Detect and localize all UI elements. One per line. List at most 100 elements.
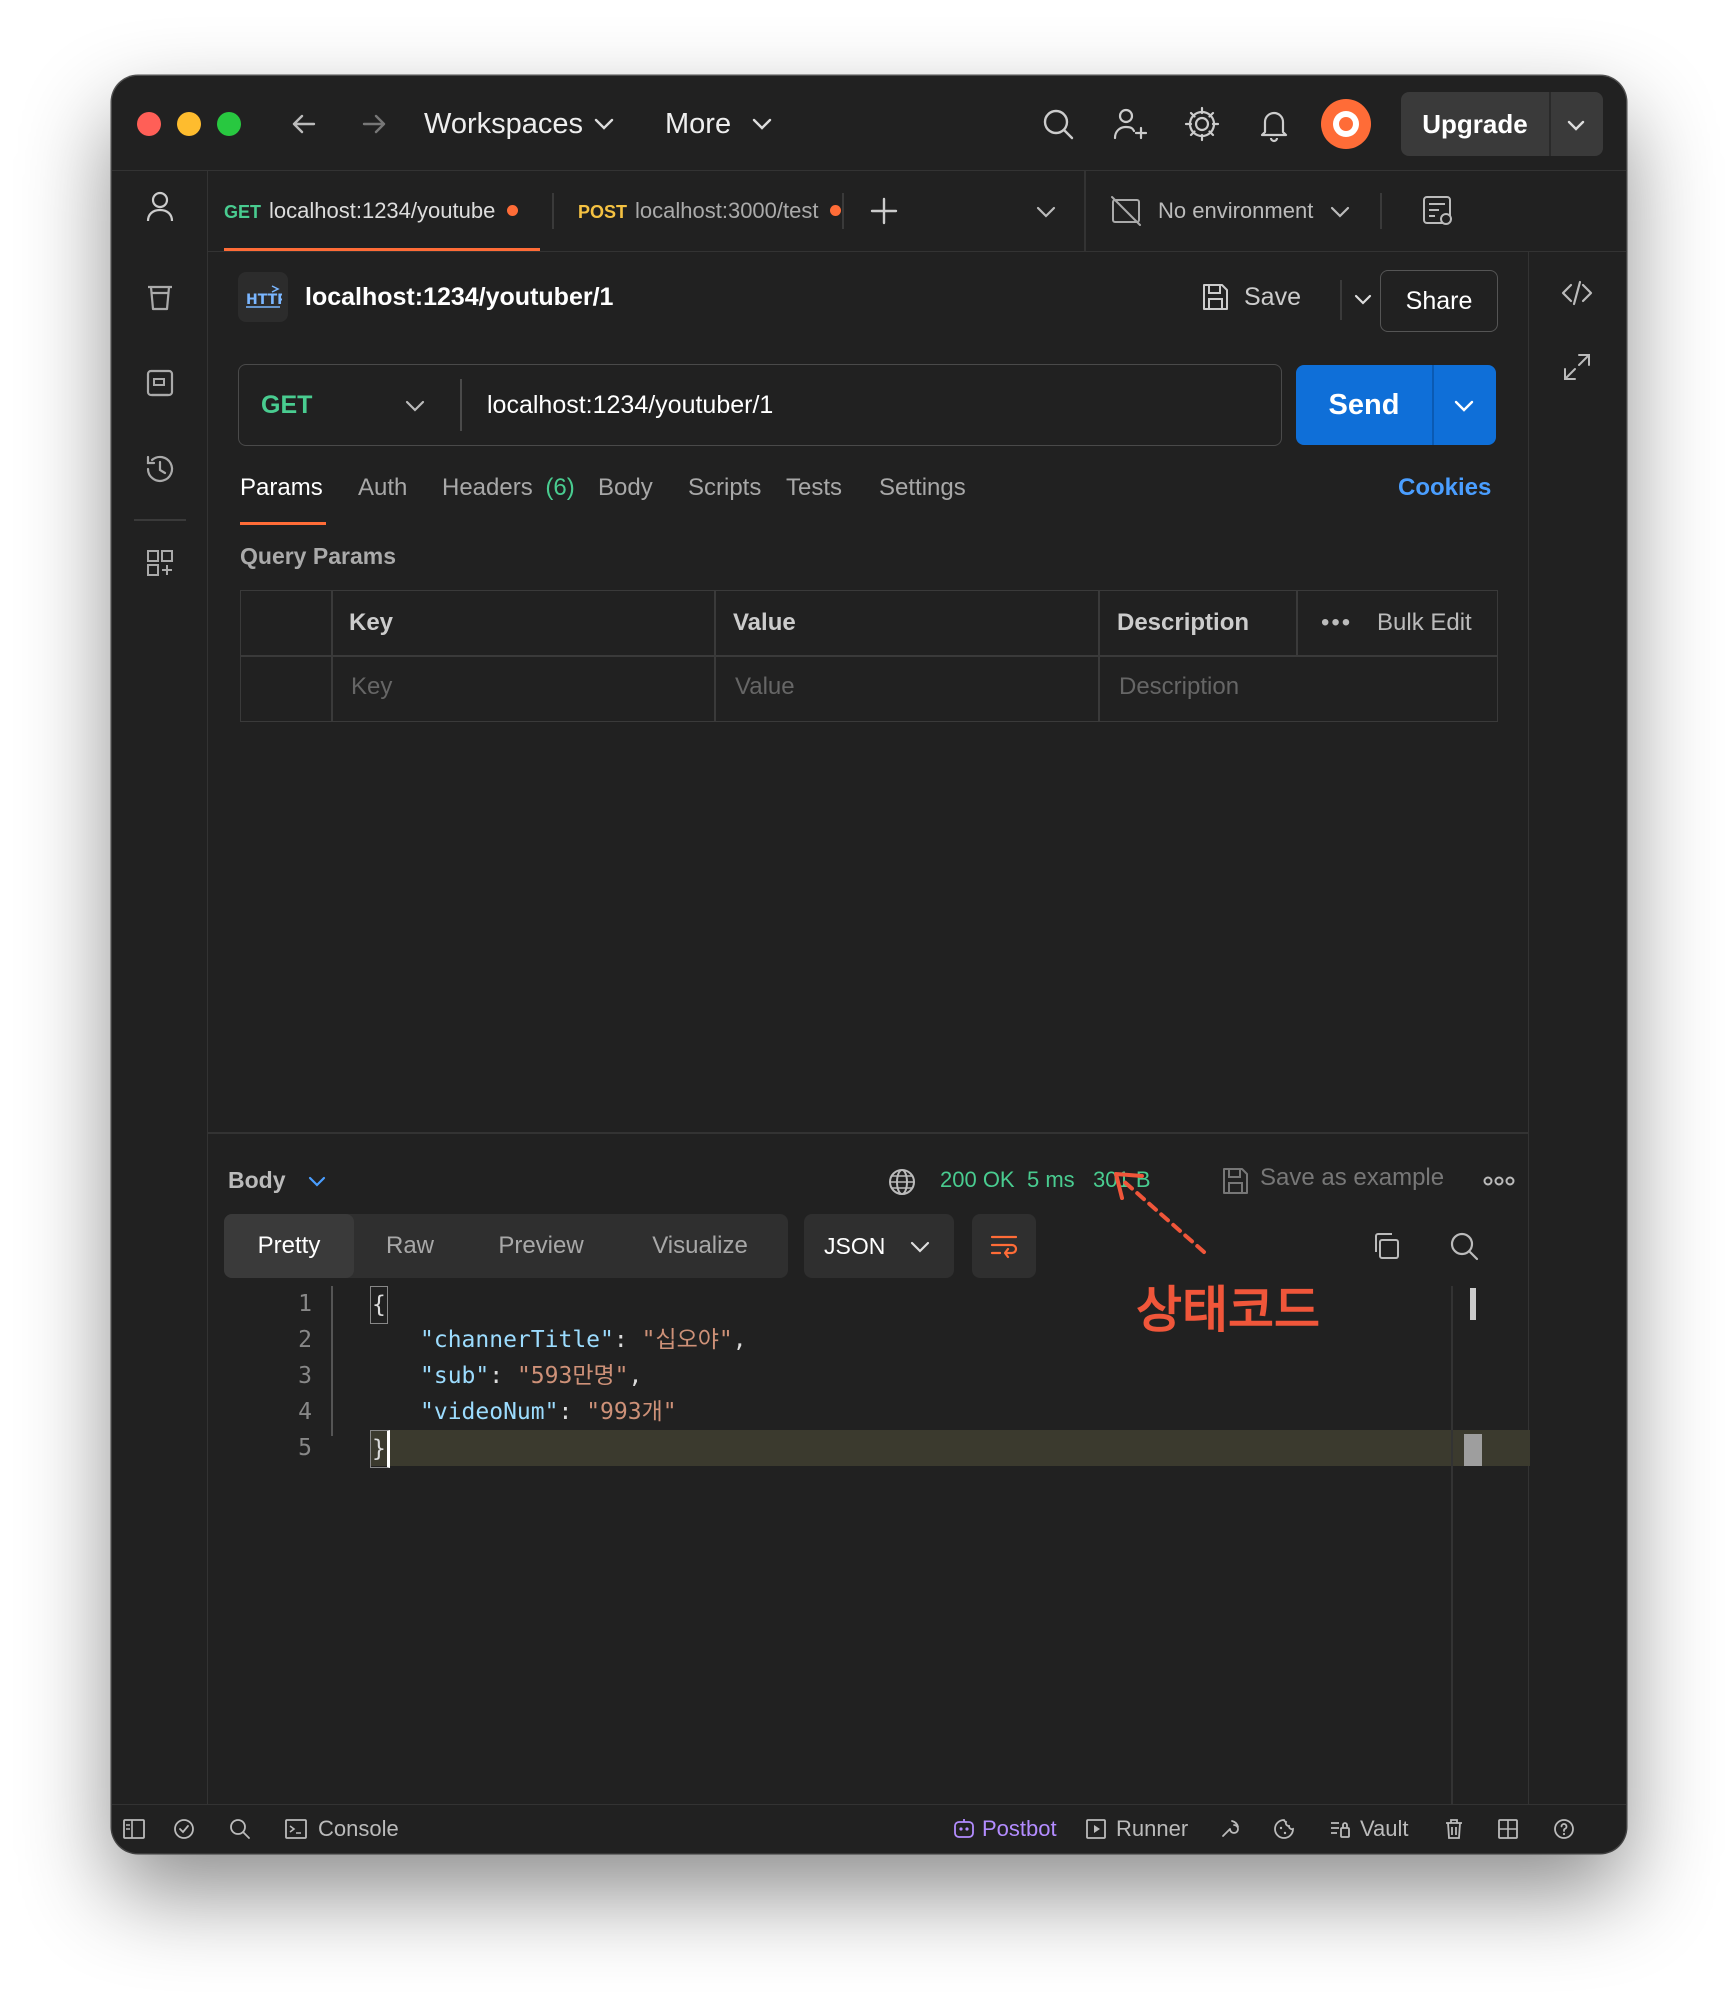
workspaces-menu[interactable]: Workspaces bbox=[424, 102, 583, 146]
layout-icon[interactable] bbox=[1496, 1817, 1520, 1841]
tab-body[interactable]: Body bbox=[598, 468, 653, 508]
code-text: "videoNum": "993개" bbox=[420, 1399, 677, 1425]
annotation-arrow bbox=[1114, 1172, 1206, 1254]
forward-arrow-icon[interactable] bbox=[352, 102, 396, 146]
trash-icon[interactable] bbox=[1442, 1817, 1466, 1841]
more-options-icon[interactable]: ••• bbox=[1321, 591, 1352, 655]
method-selector[interactable]: GET bbox=[261, 365, 312, 445]
postbot-button[interactable]: Postbot bbox=[982, 1805, 1057, 1853]
table-row-divider bbox=[241, 655, 1497, 657]
search-icon[interactable] bbox=[1446, 1228, 1482, 1264]
environment-selector[interactable]: No environment bbox=[1158, 171, 1313, 251]
copy-icon[interactable] bbox=[1368, 1228, 1404, 1264]
indent-guide bbox=[331, 1286, 333, 1436]
tab-params[interactable]: Params bbox=[240, 468, 323, 508]
add-widget-icon[interactable] bbox=[138, 541, 182, 585]
send-button[interactable]: Send bbox=[1296, 365, 1496, 445]
minimize-window-button[interactable] bbox=[177, 112, 201, 136]
runner-button[interactable]: Runner bbox=[1116, 1805, 1188, 1853]
save-as-example-button[interactable]: Save as example bbox=[1260, 1158, 1444, 1198]
tab-tests[interactable]: Tests bbox=[786, 468, 842, 508]
more-options-icon[interactable] bbox=[1482, 1170, 1516, 1192]
response-code-view[interactable]: 1 { 2 "channerTitle": "십오야", 3 "sub": "5… bbox=[224, 1286, 1554, 1806]
request-tab-2[interactable]: POST localhost:3000/test bbox=[578, 171, 842, 251]
tab-raw[interactable]: Raw bbox=[354, 1214, 466, 1278]
response-time[interactable]: 5 ms bbox=[1027, 1160, 1075, 1200]
back-arrow-icon[interactable] bbox=[282, 102, 326, 146]
online-status-icon[interactable] bbox=[172, 1817, 196, 1841]
vault-icon[interactable] bbox=[1328, 1817, 1352, 1841]
tab-scripts[interactable]: Scripts bbox=[688, 468, 761, 508]
tab-pretty[interactable]: Pretty bbox=[224, 1214, 354, 1278]
history-icon[interactable] bbox=[138, 447, 182, 491]
upgrade-button[interactable]: Upgrade bbox=[1401, 92, 1603, 156]
postbot-icon[interactable] bbox=[952, 1817, 976, 1841]
help-icon[interactable] bbox=[1552, 1817, 1576, 1841]
tab-auth[interactable]: Auth bbox=[358, 468, 407, 508]
svg-text:HTTP: HTTP bbox=[246, 292, 282, 308]
chevron-down-icon[interactable] bbox=[399, 389, 431, 421]
cookies-icon[interactable] bbox=[1272, 1817, 1296, 1841]
status-code[interactable]: 200 OK bbox=[940, 1160, 1015, 1200]
globe-icon[interactable] bbox=[886, 1166, 918, 1198]
chevron-down-icon[interactable] bbox=[1324, 195, 1356, 227]
tab-preview[interactable]: Preview bbox=[466, 1214, 616, 1278]
chevron-down-icon[interactable] bbox=[1563, 112, 1589, 138]
column-header-description: Description bbox=[1117, 609, 1250, 636]
runner-icon[interactable] bbox=[1084, 1817, 1108, 1841]
chevron-down-icon[interactable] bbox=[302, 1166, 332, 1196]
code-scrollbar-thumb[interactable] bbox=[1470, 1288, 1476, 1320]
vault-button[interactable]: Vault bbox=[1360, 1805, 1409, 1853]
environment-quick-look-icon[interactable] bbox=[1418, 191, 1458, 231]
response-divider[interactable] bbox=[208, 1132, 1529, 1134]
request-tab-1[interactable]: GET localhost:1234/youtube bbox=[224, 171, 519, 251]
tab-headers[interactable]: Headers (6) bbox=[442, 468, 575, 508]
wrap-lines-button[interactable] bbox=[972, 1214, 1036, 1278]
tab-headers-label: Headers bbox=[442, 474, 533, 501]
json-value: "593만명" bbox=[516, 1363, 629, 1389]
tab-method: POST bbox=[578, 202, 628, 222]
new-tab-plus-icon[interactable] bbox=[864, 191, 904, 231]
save-button[interactable]: Save bbox=[1244, 272, 1301, 322]
chevron-down-icon[interactable] bbox=[1346, 282, 1380, 316]
environments-icon[interactable] bbox=[138, 361, 182, 405]
chevron-down-icon[interactable] bbox=[1030, 195, 1062, 227]
search-icon[interactable] bbox=[1036, 102, 1080, 146]
tab-settings[interactable]: Settings bbox=[879, 468, 966, 508]
description-input[interactable]: Description bbox=[1119, 655, 1239, 719]
chevron-down-icon[interactable] bbox=[582, 102, 626, 146]
gear-icon[interactable] bbox=[1180, 102, 1224, 146]
console-button[interactable]: Console bbox=[318, 1805, 399, 1853]
more-menu[interactable]: More bbox=[665, 102, 731, 146]
code-icon[interactable] bbox=[1557, 273, 1597, 313]
avatar[interactable] bbox=[1320, 98, 1372, 150]
expand-collapse-icon[interactable] bbox=[1557, 347, 1597, 387]
maximize-window-button[interactable] bbox=[217, 112, 241, 136]
value-input[interactable]: Value bbox=[735, 655, 795, 719]
request-title[interactable]: localhost:1234/youtuber/1 bbox=[305, 272, 613, 322]
chevron-down-icon[interactable] bbox=[740, 102, 784, 146]
url-input[interactable]: localhost:1234/youtuber/1 bbox=[487, 365, 773, 445]
method-divider bbox=[460, 379, 462, 431]
save-icon[interactable] bbox=[1198, 280, 1232, 314]
find-icon[interactable] bbox=[228, 1817, 252, 1841]
format-selector[interactable]: JSON bbox=[804, 1214, 954, 1278]
key-input[interactable]: Key bbox=[351, 655, 392, 719]
share-button[interactable]: Share bbox=[1380, 270, 1498, 332]
no-environment-icon bbox=[1111, 196, 1141, 226]
console-icon[interactable] bbox=[284, 1817, 308, 1841]
collections-trash-icon[interactable] bbox=[138, 275, 182, 319]
capture-requests-icon[interactable] bbox=[1218, 1817, 1242, 1841]
bulk-edit-button[interactable]: Bulk Edit bbox=[1377, 591, 1472, 655]
bell-icon[interactable] bbox=[1252, 102, 1296, 146]
table-column-divider bbox=[1296, 591, 1298, 655]
chevron-down-icon[interactable] bbox=[1448, 389, 1480, 421]
line-number: 3 bbox=[298, 1363, 312, 1389]
close-window-button[interactable] bbox=[137, 112, 161, 136]
tab-visualize[interactable]: Visualize bbox=[616, 1214, 784, 1278]
user-icon[interactable] bbox=[138, 185, 182, 229]
toggle-sidebar-icon[interactable] bbox=[122, 1817, 146, 1841]
cookies-link[interactable]: Cookies bbox=[1398, 468, 1491, 508]
response-body-selector[interactable]: Body bbox=[228, 1160, 286, 1200]
invite-user-icon[interactable] bbox=[1108, 102, 1152, 146]
